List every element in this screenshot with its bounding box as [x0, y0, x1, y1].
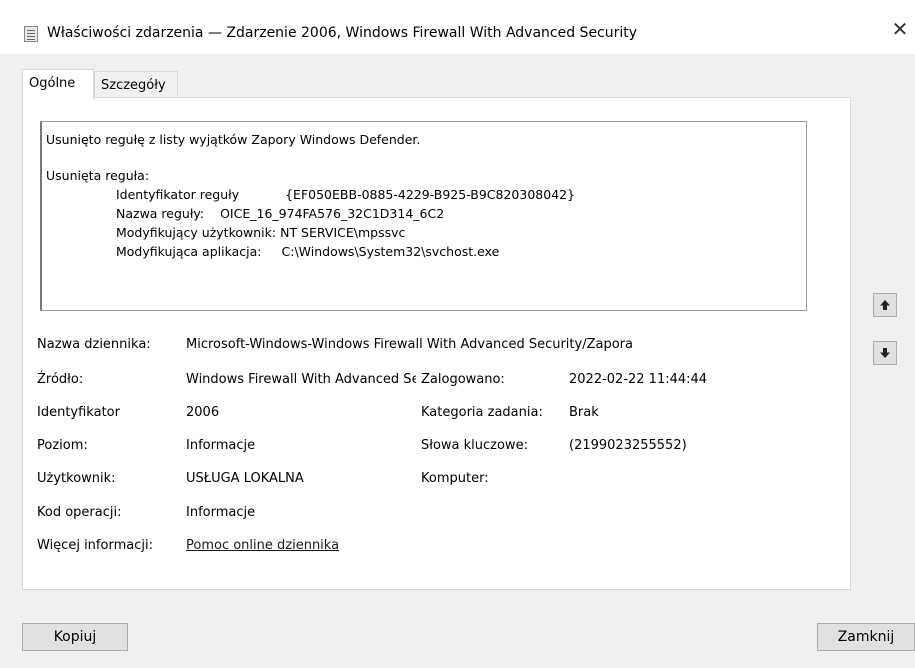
modifying-user-line: Modyfikujący użytkownik: NT SERVICE\mpssv… — [46, 223, 802, 242]
task-category-label: Kategoria zadania: — [421, 405, 543, 420]
modifying-user-value: NT SERVICE\mpssvc — [280, 225, 406, 240]
close-icon[interactable]: ✕ — [885, 14, 915, 44]
computer-label: Komputer: — [421, 471, 489, 486]
modifying-app-line: Modyfikująca aplikacja: C:\Windows\System… — [46, 242, 802, 261]
previous-event-button[interactable] — [873, 293, 897, 317]
modifying-user-label: Modyfikujący użytkownik: — [116, 225, 277, 240]
arrow-down-icon — [880, 348, 890, 358]
arrow-up-icon — [880, 300, 890, 310]
opcode-label: Kod operacji: — [37, 505, 122, 520]
rule-id-line: Identyfikator reguły {EF050EBB-0885-4229-… — [46, 185, 802, 204]
rule-name-value: OICE_16_974FA576_32C1D314_6C2 — [220, 206, 445, 221]
level-label: Poziom: — [37, 438, 88, 453]
window-title: Właściwości zdarzenia — Zdarzenie 2006, … — [47, 25, 638, 41]
source-value: Windows Firewall With Advanced Security — [186, 372, 416, 387]
log-name-label: Nazwa dziennika: — [37, 337, 151, 352]
description-line: Usunięta reguła: — [46, 168, 150, 183]
rule-name-line: Nazwa reguły: OICE_16_974FA576_32C1D314_6… — [46, 204, 802, 223]
event-viewer-icon — [24, 26, 38, 42]
event-id-label: Identyfikator — [37, 405, 120, 420]
tab-general[interactable]: Ogólne — [22, 69, 94, 99]
user-value: USŁUGA LOKALNA — [186, 471, 304, 486]
general-panel: Usunięto regułę z listy wyjątków Zapory … — [22, 97, 851, 590]
logged-label: Zalogowano: — [421, 372, 505, 387]
opcode-value: Informacje — [186, 505, 256, 520]
modifying-app-value: C:\Windows\System32\svchost.exe — [281, 244, 500, 259]
keywords-label: Słowa kluczowe: — [421, 438, 528, 453]
rule-id-value: {EF050EBB-0885-4229-B925-B9C820308042} — [285, 187, 576, 202]
tab-details[interactable]: Szczegóły — [94, 71, 178, 98]
user-label: Użytkownik: — [37, 471, 116, 486]
event-description[interactable]: Usunięto regułę z listy wyjątków Zapory … — [40, 121, 807, 311]
description-line: Usunięto regułę z listy wyjątków Zapory … — [46, 132, 421, 147]
logged-value: 2022-02-22 11:44:44 — [569, 372, 708, 387]
more-info-label: Więcej informacji: — [37, 538, 153, 553]
rule-name-label: Nazwa reguły: — [116, 206, 205, 221]
modifying-app-label: Modyfikująca aplikacja: — [116, 244, 262, 259]
next-event-button[interactable] — [873, 341, 897, 365]
copy-button[interactable]: Kopiuj — [22, 623, 128, 651]
level-value: Informacje — [186, 438, 256, 453]
task-category-value: Brak — [569, 405, 599, 420]
rule-id-label: Identyfikator reguły — [116, 187, 240, 202]
keywords-value: (2199023255552) — [569, 438, 687, 453]
log-name-value: Microsoft-Windows-Windows Firewall With … — [186, 337, 633, 352]
event-id-value: 2006 — [186, 405, 220, 420]
title-bar: Właściwości zdarzenia — Zdarzenie 2006, … — [0, 0, 915, 54]
close-button[interactable]: Zamknij — [817, 623, 915, 651]
online-help-link[interactable]: Pomoc online dziennika — [186, 538, 339, 553]
source-label: Źródło: — [37, 372, 84, 387]
